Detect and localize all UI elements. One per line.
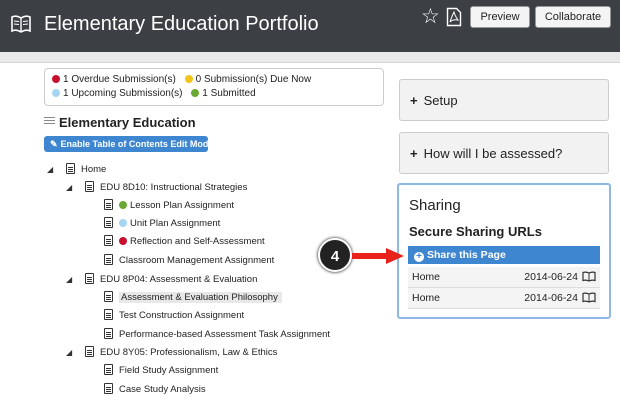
- collapse-triangle-icon[interactable]: ◢: [66, 275, 72, 284]
- toc-folder[interactable]: EDU 8D10: Instructional Strategies: [85, 180, 247, 196]
- step-callout-badge: 4: [318, 238, 352, 272]
- page-icon: [104, 309, 113, 320]
- toc-item-label: Lesson Plan Assignment: [130, 200, 235, 211]
- status-overdue[interactable]: 1 Overdue Submission(s): [52, 74, 176, 85]
- sharing-row-date: 2014-06-24: [524, 292, 578, 304]
- sharing-subtitle: Secure Sharing URLs: [409, 224, 542, 239]
- upcoming-dot-icon: [52, 89, 60, 97]
- toc-item[interactable]: Reflection and Self-Assessment: [104, 234, 265, 250]
- book-icon[interactable]: [582, 292, 596, 303]
- preview-button[interactable]: Preview: [470, 6, 530, 28]
- toc-item[interactable]: Field Study Assignment: [104, 363, 218, 379]
- submitted-dot-icon: [191, 89, 200, 97]
- collapse-triangle-icon[interactable]: ◢: [66, 348, 72, 357]
- toc-item-label: Field Study Assignment: [119, 365, 219, 376]
- toc-item-label: Reflection and Self-Assessment: [130, 236, 265, 247]
- page-icon: [104, 383, 113, 394]
- pencil-icon: ✎: [50, 139, 58, 149]
- page-icon: [104, 254, 113, 265]
- status-upcoming-label: 1 Upcoming Submission(s): [63, 88, 183, 99]
- page-icon: [85, 346, 94, 357]
- list-icon: [44, 115, 55, 126]
- sharing-panel: Sharing Secure Sharing URLs + Share this …: [397, 183, 611, 319]
- toc-item[interactable]: Lesson Plan Assignment: [104, 198, 234, 214]
- sharing-row-date: 2014-06-24: [524, 271, 578, 283]
- upcoming-dot-icon: [119, 219, 127, 227]
- plus-circle-icon: +: [414, 252, 424, 262]
- toc-item[interactable]: Classroom Management Assignment: [104, 253, 274, 269]
- toc-item-selected[interactable]: Assessment & Evaluation Philosophy: [104, 290, 282, 306]
- share-this-page-button[interactable]: + Share this Page: [408, 246, 600, 264]
- toc-item[interactable]: Unit Plan Assignment: [104, 216, 220, 232]
- status-upcoming[interactable]: 1 Upcoming Submission(s): [52, 88, 183, 99]
- page-icon: [104, 364, 113, 375]
- status-submitted[interactable]: 1 Submitted: [191, 88, 256, 99]
- collaborate-button[interactable]: Collaborate: [535, 6, 611, 28]
- page-icon: [85, 273, 94, 284]
- status-due-now-label: 0 Submission(s) Due Now: [195, 74, 312, 85]
- toc-item[interactable]: Performance-based Assessment Task Assign…: [104, 327, 330, 343]
- enable-toc-edit-label: Enable Table of Contents Edit Mode: [60, 139, 214, 149]
- toc-item-label: EDU 8D10: Instructional Strategies: [100, 182, 248, 193]
- assessed-panel[interactable]: + How will I be assessed?: [399, 132, 609, 174]
- page-icon: [104, 199, 113, 210]
- toc-item-label: EDU 8P04: Assessment & Evaluation: [100, 274, 258, 285]
- page-title: Elementary Education Portfolio: [44, 13, 319, 35]
- enable-toc-edit-button[interactable]: ✎ Enable Table of Contents Edit Mode: [44, 136, 213, 152]
- toc-item-label: EDU 8Y05: Professionalism, Law & Ethics: [100, 347, 278, 358]
- sharing-row-page: Home: [412, 292, 441, 304]
- plus-icon: +: [410, 146, 418, 161]
- collapse-triangle-icon[interactable]: ◢: [47, 165, 53, 174]
- top-bar: Elementary Education Portfolio ☆ Preview…: [0, 0, 620, 52]
- submission-status-box: 1 Overdue Submission(s) 0 Submission(s) …: [44, 68, 384, 106]
- book-icon: [11, 15, 31, 33]
- toc-title: Elementary Education: [44, 115, 196, 130]
- status-overdue-label: 1 Overdue Submission(s): [63, 74, 176, 85]
- toc-item-label: Performance-based Assessment Task Assign…: [119, 329, 331, 340]
- sub-toolbar: [0, 52, 620, 63]
- toc-folder[interactable]: EDU 8P04: Assessment & Evaluation: [85, 272, 257, 288]
- submitted-dot-icon: [119, 201, 127, 209]
- due-now-dot-icon: [184, 75, 193, 83]
- sharing-url-row[interactable]: Home 2014-06-24: [408, 288, 600, 309]
- collapse-triangle-icon[interactable]: ◢: [66, 183, 72, 192]
- star-icon[interactable]: ☆: [421, 6, 440, 27]
- assessed-label: How will I be assessed?: [423, 146, 563, 161]
- sharing-url-row[interactable]: Home 2014-06-24: [408, 267, 600, 288]
- toc-title-text: Elementary Education: [59, 115, 196, 130]
- page-icon: [104, 291, 113, 302]
- toc-folder[interactable]: EDU 8Y05: Professionalism, Law & Ethics: [85, 345, 277, 361]
- setup-panel[interactable]: + Setup: [399, 79, 609, 121]
- toc-item[interactable]: Case Study Analysis: [104, 382, 206, 398]
- status-submitted-label: 1 Submitted: [202, 88, 256, 99]
- sharing-title: Sharing: [409, 197, 461, 214]
- page-icon: [85, 181, 94, 192]
- toc-item-home[interactable]: Home: [66, 162, 106, 178]
- book-icon[interactable]: [582, 271, 596, 282]
- toc-item-label: Home: [81, 164, 107, 175]
- callout-arrow: [352, 248, 404, 264]
- page-icon: [104, 217, 113, 228]
- toc-item[interactable]: Test Construction Assignment: [104, 308, 244, 324]
- plus-icon: +: [410, 93, 418, 108]
- overdue-dot-icon: [119, 237, 127, 245]
- setup-label: Setup: [423, 93, 458, 108]
- toc-item-label: Classroom Management Assignment: [119, 255, 275, 266]
- overdue-dot-icon: [52, 75, 60, 83]
- page-icon: [104, 328, 113, 339]
- status-due-now[interactable]: 0 Submission(s) Due Now: [184, 74, 312, 85]
- toc-item-label: Case Study Analysis: [119, 384, 206, 395]
- share-label: Share this Page: [427, 249, 506, 261]
- page-icon: [66, 163, 75, 174]
- page-icon: [104, 235, 113, 246]
- pdf-icon[interactable]: [446, 7, 462, 27]
- toc-item-label: Test Construction Assignment: [119, 310, 245, 321]
- sharing-row-page: Home: [412, 271, 441, 283]
- toc-item-label: Assessment & Evaluation Philosophy: [119, 292, 282, 303]
- toc-item-label: Unit Plan Assignment: [130, 218, 221, 229]
